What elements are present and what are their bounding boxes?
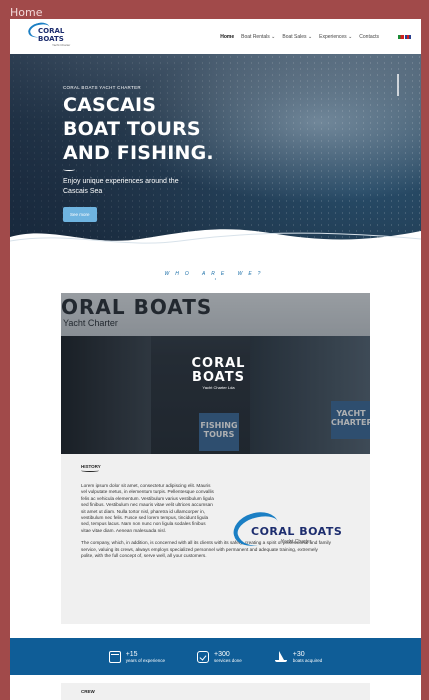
stat-services: +300 services done xyxy=(196,650,242,663)
logo-subtitle: Yacht Charter xyxy=(52,42,71,47)
store-brand-subtitle: Yacht Charter Lda xyxy=(202,385,235,390)
calendar-icon xyxy=(108,650,121,663)
stat-text: +30 boats acquired xyxy=(293,651,323,663)
heading-dot-icon: • xyxy=(214,276,217,281)
site-header: CORAL BOATS Yacht Charter Home Boat Rent… xyxy=(10,19,421,54)
nav-boat-rentals-label: Boat Rentals xyxy=(241,33,270,40)
chevron-down-icon: ⌄ xyxy=(271,33,276,40)
stat-experience: +15 years of experience xyxy=(108,650,165,663)
stat-value: +300 xyxy=(213,650,230,658)
hero-subtitle: Enjoy unique experiences around the Casc… xyxy=(63,178,179,195)
nav-home[interactable]: Home xyxy=(220,34,234,40)
stat-text: +15 years of experience xyxy=(126,651,165,663)
hero-title-line: CASCAIS xyxy=(63,94,157,116)
nav-contacts[interactable]: Contacts xyxy=(359,34,379,40)
coral-boats-logo: CORAL BOATS Yacht Charter xyxy=(229,506,343,554)
portugal-flag-icon[interactable] xyxy=(398,34,404,39)
nav-boat-sales[interactable]: Boat Sales ⌄ xyxy=(282,34,312,40)
stats-bar: +15 years of experience +300 services do… xyxy=(10,638,421,675)
crew-label: CREW xyxy=(81,689,95,694)
logo-wordmark: CORAL BOATS xyxy=(251,525,343,538)
history-section: HISTORY Lorem ipsum dolor sit amet, cons… xyxy=(61,454,370,624)
stat-label: years of experience xyxy=(125,657,165,663)
hero-title: CASCAIS BOAT TOURS AND FISHING. xyxy=(63,93,214,165)
main-nav: Home Boat Rentals ⌄ Boat Sales ⌄ Experie… xyxy=(220,34,411,40)
history-label: HISTORY xyxy=(81,464,101,469)
stat-text: +300 services done xyxy=(214,651,242,663)
hero-content: CORAL BOATS YACHT CHARTER CASCAIS BOAT T… xyxy=(63,85,214,222)
stat-label: boats acquired xyxy=(292,657,323,663)
chevron-down-icon: ⌄ xyxy=(307,33,313,40)
checklist-icon xyxy=(196,650,209,663)
hero-banner: CORAL BOATS YACHT CHARTER CASCAIS BOAT T… xyxy=(10,54,421,249)
nav-boat-rentals[interactable]: Boat Rentals ⌄ xyxy=(241,34,275,40)
store-brand: CORAL BOATS Yacht Charter Lda xyxy=(181,356,256,391)
frame-title: Home xyxy=(10,6,43,19)
uk-flag-icon[interactable] xyxy=(405,34,411,39)
wave-divider-icon xyxy=(63,168,75,171)
hero-title-line: BOAT TOURS xyxy=(63,118,201,140)
chevron-down-icon: ⌄ xyxy=(348,33,353,40)
language-switcher xyxy=(398,34,411,39)
crew-section: CREW xyxy=(61,683,370,700)
history-paragraph: Lorem ipsum dolor sit amet, consectetur … xyxy=(81,483,214,533)
logo-subtitle: Yacht Charter xyxy=(281,539,312,545)
store-brand-line: CORAL xyxy=(191,356,246,371)
stat-label: services done xyxy=(213,657,242,663)
see-more-button[interactable]: See more xyxy=(63,207,97,222)
nav-experiences-label: Experiences xyxy=(319,33,347,40)
nav-boat-sales-label: Boat Sales xyxy=(282,33,307,40)
logo[interactable]: CORAL BOATS Yacht Charter xyxy=(26,19,83,47)
home-page: CORAL BOATS Yacht Charter Home Boat Rent… xyxy=(10,19,421,700)
wave-divider-icon xyxy=(81,469,99,472)
nav-experiences[interactable]: Experiences ⌄ xyxy=(319,34,352,40)
store-photo: ORAL BOATS Yacht Charter FISHING TOURS Y… xyxy=(61,293,370,454)
logo-text: CORAL BOATS xyxy=(26,19,83,43)
stat-value: +15 xyxy=(125,650,138,658)
stat-value: +30 xyxy=(292,650,305,658)
store-brand-line: BOATS xyxy=(192,370,245,385)
stat-boats: +30 boats acquired xyxy=(274,650,323,663)
sailboat-icon xyxy=(274,650,288,663)
hero-wave-shape xyxy=(10,229,421,249)
hero-kicker: CORAL BOATS YACHT CHARTER xyxy=(63,85,141,90)
slider-indicator[interactable] xyxy=(397,74,399,96)
hero-title-line: AND FISHING. xyxy=(63,142,214,164)
